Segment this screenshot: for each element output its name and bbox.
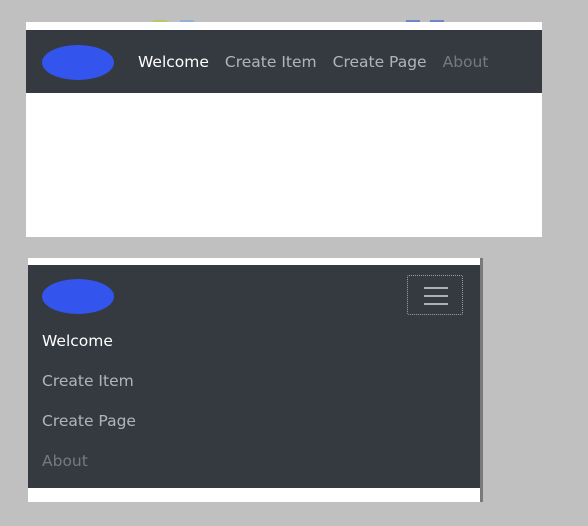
nav-link-about: About <box>442 53 489 71</box>
nav-link-create-page[interactable]: Create Page <box>333 52 427 72</box>
wide-viewport: Welcome Create Item Create Page About <box>26 22 542 237</box>
collapsed-nav-links: Welcome Create Item Create Page About <box>42 331 136 491</box>
brand-logo[interactable] <box>42 45 114 80</box>
hamburger-menu-icon[interactable] <box>407 275 463 315</box>
narrow-navbar: Welcome Create Item Create Page About <box>28 265 480 488</box>
nav-link-create-page[interactable]: Create Page <box>42 411 136 431</box>
wide-nav-links: Welcome Create Item Create Page About <box>138 52 488 72</box>
wide-navbar: Welcome Create Item Create Page About <box>26 30 542 93</box>
nav-link-create-item[interactable]: Create Item <box>225 52 317 72</box>
nav-link-create-item[interactable]: Create Item <box>42 371 136 391</box>
brand-logo[interactable] <box>42 279 114 314</box>
nav-link-about: About <box>42 452 88 470</box>
narrow-viewport: Welcome Create Item Create Page About <box>28 258 483 502</box>
nav-link-welcome[interactable]: Welcome <box>138 52 209 72</box>
nav-link-welcome[interactable]: Welcome <box>42 331 136 351</box>
